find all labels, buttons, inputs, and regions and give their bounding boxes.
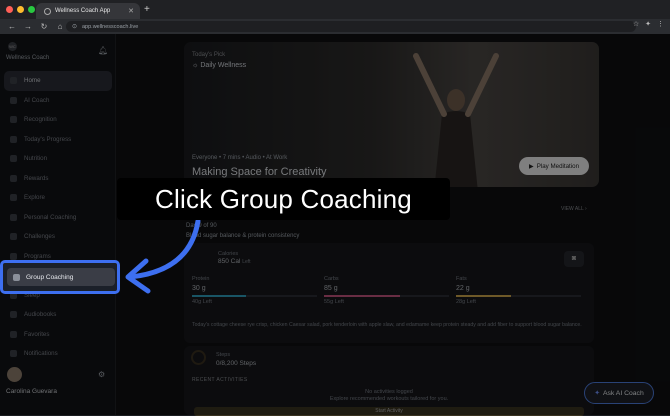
bookmark-star-icon[interactable]: ☆	[633, 20, 639, 28]
tutorial-callout: Click Group Coaching	[117, 178, 450, 220]
group-icon	[13, 273, 20, 281]
sidebar-item-group-coaching[interactable]: Group Coaching	[7, 268, 115, 286]
window-controls	[6, 6, 35, 13]
minimize-window-button[interactable]	[17, 6, 24, 13]
reload-icon[interactable]: ↻	[40, 22, 48, 31]
browser-menu-icon[interactable]: ⋮	[657, 20, 664, 28]
browser-tab[interactable]: Wellness Coach App ✕	[36, 3, 140, 19]
navigation-bar: ← → ↻ ⌂ ⊙ app.wellnesscoach.live ☆ ✦ ⋮	[0, 19, 670, 34]
forward-icon[interactable]: →	[24, 22, 32, 31]
tab-bar: Wellness Coach App ✕ +	[0, 0, 670, 19]
address-bar[interactable]: ⊙ app.wellnesscoach.live	[66, 21, 636, 32]
url-text: app.wellnesscoach.live	[82, 23, 139, 30]
back-icon[interactable]: ←	[8, 22, 16, 31]
home-icon[interactable]: ⌂	[56, 22, 64, 31]
new-tab-button[interactable]: +	[144, 4, 150, 15]
extensions-icon[interactable]: ✦	[645, 20, 651, 28]
favicon-icon	[44, 7, 51, 15]
site-info-icon[interactable]: ⊙	[72, 23, 77, 30]
browser-chrome: Wellness Coach App ✕ + ← → ↻ ⌂ ⊙ app.wel…	[0, 0, 670, 34]
close-tab-icon[interactable]: ✕	[128, 7, 134, 15]
close-window-button[interactable]	[6, 6, 13, 13]
tutorial-overlay	[0, 34, 670, 415]
group-coaching-label: Group Coaching	[26, 273, 74, 281]
tab-title: Wellness Coach App	[55, 8, 111, 14]
tutorial-arrow-icon	[125, 218, 201, 294]
maximize-window-button[interactable]	[28, 6, 35, 13]
group-coaching-highlight[interactable]: Group Coaching	[0, 260, 120, 294]
